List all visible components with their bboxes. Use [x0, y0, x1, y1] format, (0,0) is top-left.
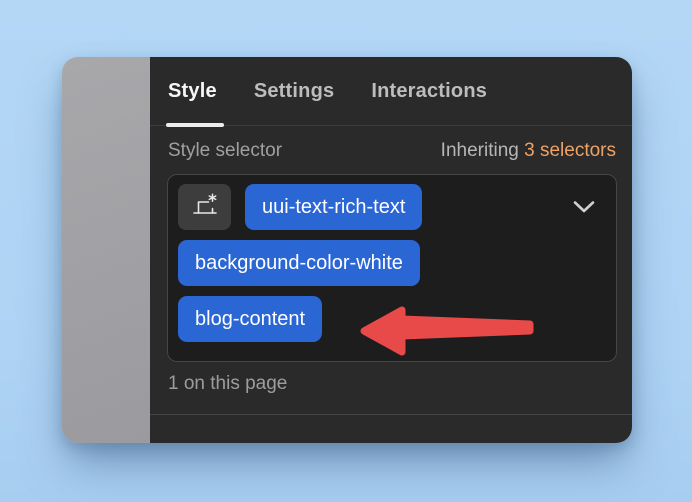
tab-interactions[interactable]: Interactions	[371, 80, 487, 103]
element-state-button[interactable]	[178, 184, 231, 230]
tab-style[interactable]: Style	[168, 80, 217, 103]
style-selector-label: Style selector	[168, 140, 282, 162]
selector-row-3: blog-content	[178, 296, 606, 342]
panel-divider	[150, 414, 632, 415]
class-tag[interactable]: uui-text-rich-text	[245, 184, 422, 230]
screenshot-stage: Style Settings Interactions Style select…	[0, 0, 692, 502]
class-tag[interactable]: blog-content	[178, 296, 322, 342]
panel-tab-bar: Style Settings Interactions	[150, 57, 632, 126]
inheriting-text: Inheriting	[441, 140, 519, 161]
style-selector-header: Style selector Inheriting 3 selectors	[168, 140, 616, 162]
class-tag[interactable]: background-color-white	[178, 240, 420, 286]
selector-row-1: uui-text-rich-text	[178, 184, 606, 230]
usage-count-label: 1 on this page	[168, 373, 614, 395]
selector-row-2: background-color-white	[178, 240, 606, 286]
tab-settings[interactable]: Settings	[254, 80, 335, 103]
style-selector-input[interactable]: uui-text-rich-text background-color-whit…	[167, 174, 617, 362]
element-state-asterisk-icon	[191, 192, 219, 223]
chevron-down-icon[interactable]	[573, 199, 595, 215]
style-panel: Style Settings Interactions Style select…	[150, 57, 632, 443]
style-panel-card: Style Settings Interactions Style select…	[62, 57, 632, 443]
inheriting-count: 3 selectors	[524, 140, 616, 161]
canvas-gray-strip	[62, 57, 150, 443]
inheriting-status[interactable]: Inheriting 3 selectors	[441, 140, 616, 162]
